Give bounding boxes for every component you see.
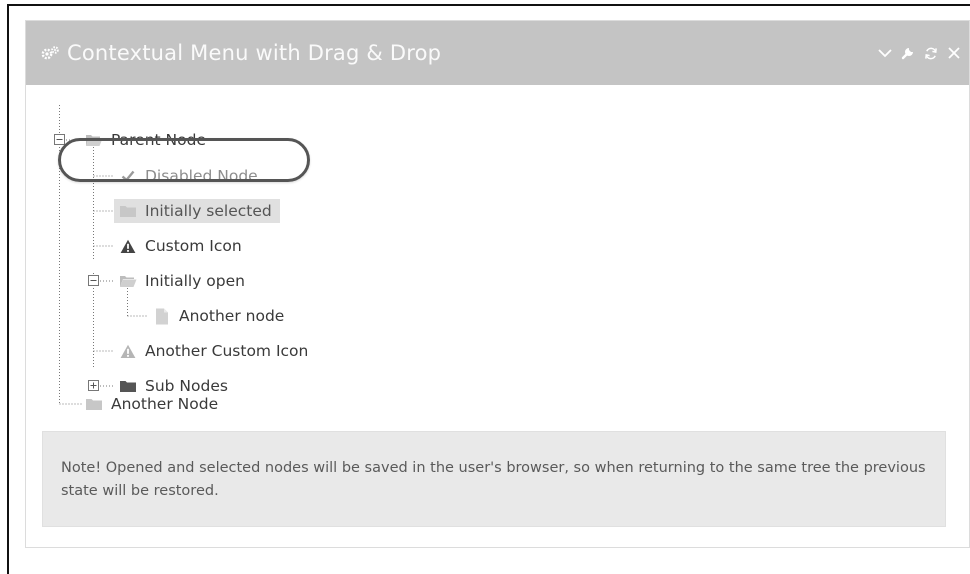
tree-widget: Contextual Menu with Drag & Drop Parent … [25,20,970,548]
cogs-icon [40,45,60,61]
tree-node-initially-open[interactable]: Initially open [119,269,245,293]
folder-icon [119,202,137,220]
tree-node-custom-icon[interactable]: Custom Icon [119,234,242,258]
tree-node-label: Custom Icon [145,237,242,255]
close-icon [948,47,960,59]
refresh-icon [925,47,937,59]
warning-icon [119,237,137,255]
toggle-collapse-parent-node[interactable] [54,134,65,145]
wrench-icon [901,48,913,60]
tree-node-label: Initially open [145,272,245,290]
widget-title: Contextual Menu with Drag & Drop [67,41,442,65]
tree-node-label: Another Node [111,395,219,413]
tree-node-disabled-node: Disabled Node [119,164,258,188]
file-icon [153,307,171,325]
tree-node-another-node-file[interactable]: Another node [153,304,284,328]
tree-node-initially-selected[interactable]: Initially selected [114,199,280,223]
folder-open-icon [119,272,137,290]
tree-node-parent-node[interactable]: Parent Node [85,128,206,152]
note-panel: Note! Opened and selected nodes will be … [42,431,946,527]
collapse-button[interactable] [878,45,892,61]
warning-icon [119,342,137,360]
note-text: Note! Opened and selected nodes will be … [61,460,926,499]
toggle-collapse-initially-open[interactable] [88,275,99,286]
tree-node-label: Disabled Node [145,167,258,185]
widget-header: Contextual Menu with Drag & Drop [26,21,969,85]
tree-node-label: Another node [179,307,285,325]
tree-view: Parent Node Disabled Node Initially sele… [26,85,969,423]
tree-node-another-node[interactable]: Another Node [85,392,218,416]
refresh-button[interactable] [924,45,938,61]
widget-toolbar [878,21,961,85]
widget-title-group: Contextual Menu with Drag & Drop [40,21,441,85]
close-button[interactable] [947,45,961,61]
folder-open-icon [85,131,103,149]
check-icon [119,167,137,185]
tree-node-label: Another Custom Icon [145,342,309,360]
chevron-down-icon [878,49,892,58]
settings-button[interactable] [901,45,915,61]
tree-node-label: Initially selected [145,202,272,220]
toggle-expand-sub-nodes[interactable] [88,380,99,391]
folder-icon [85,395,103,413]
tree-node-another-custom-icon[interactable]: Another Custom Icon [119,339,308,363]
tree-node-label: Parent Node [111,131,206,149]
